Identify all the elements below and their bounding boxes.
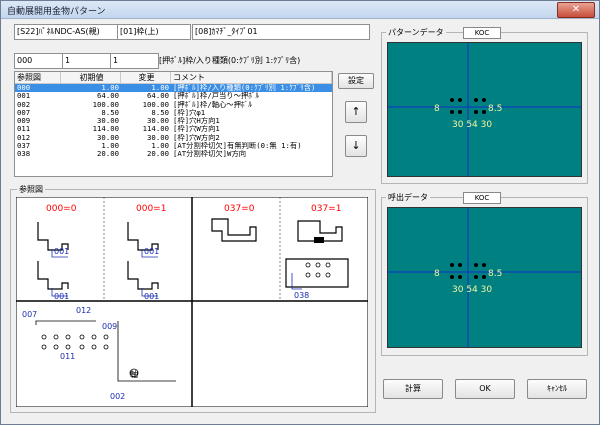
title-bar: 自動展開用金物パターン ✕	[1, 1, 599, 19]
main-window: 自動展開用金物パターン ✕ [S22]ﾊﾟﾈﾙNDC-AS(親) [01]枠(上…	[0, 0, 600, 425]
pattern-canvas: 8 8.5 30 54 30	[387, 42, 582, 177]
call-dim-left: 8	[434, 269, 440, 279]
ref-cell-label: 000=0	[46, 204, 77, 214]
ref-cell-label: 037=0	[224, 204, 255, 214]
cell-change: 8.50	[151, 108, 169, 117]
cell-initial: 1.00	[101, 84, 119, 92]
cell-comment: [枠]穴W方向1	[173, 125, 220, 134]
table-row[interactable]: 000 1.00 1.00 [押ﾎﾞﾙ]枠/入り種類(0:ｸﾌﾞﾘ別 1:ｸﾌﾞﾘ含)	[15, 84, 332, 93]
cell-change: 100.00	[142, 100, 169, 109]
table-row[interactable]: 002 100.00 100.00 [押ﾎﾞﾙ]枠/軸心～押ﾎﾞﾙ	[15, 101, 332, 109]
ok-button[interactable]: OK	[455, 379, 515, 399]
header-comment[interactable]: コメント	[171, 72, 332, 83]
ref-tag-label: 038	[294, 291, 309, 300]
ref-tag-label: 002	[110, 392, 125, 401]
ref-cell-label: 000=1	[136, 204, 166, 214]
hinge-label: 軸	[130, 369, 138, 379]
cell-comment: [AT分割枠切欠]W方向	[173, 150, 247, 159]
ref-cell-label: 037=1	[311, 204, 341, 214]
cell-comment: [押ﾎﾞﾙ]枠/入り種類(0:ｸﾌﾞﾘ別 1:ｸﾌﾞﾘ含)	[173, 84, 316, 92]
cell-change: 1.00	[151, 84, 169, 92]
pattern-dim-bottom: 30 54 30	[452, 120, 492, 130]
move-down-button[interactable]: ↓	[345, 135, 367, 157]
cell-comment: [AT分割枠切欠]有無判断(0:無 1:有)	[173, 142, 302, 151]
cell-ref: 037	[17, 142, 31, 151]
pattern-drawing: 8 8.5 30 54 30	[388, 43, 581, 176]
cell-change: 64.00	[147, 92, 169, 101]
call-dim-right: 8.5	[488, 269, 502, 279]
cell-initial: 114.00	[92, 125, 119, 134]
window-title: 自動展開用金物パターン	[7, 7, 106, 17]
table-row[interactable]: 007 8.50 8.50 [枠]穴φ1	[15, 109, 332, 117]
cell-ref: 000	[17, 84, 31, 92]
cell-change: 1.00	[151, 142, 169, 151]
ref-tag-label: 011	[60, 352, 75, 361]
cell-change: 30.00	[147, 117, 169, 126]
pattern-data-label: パターンデータ	[386, 27, 446, 38]
call-tag: KOC	[463, 192, 501, 204]
table-row[interactable]: 009 30.00 30.00 [枠]穴H方向1	[15, 117, 332, 125]
header-ref[interactable]: 参照図	[15, 72, 61, 83]
call-canvas: 8 8.5 30 54 30	[387, 207, 582, 348]
cell-initial: 30.00	[97, 133, 119, 142]
change-value-field[interactable]: 1	[110, 53, 159, 69]
cell-comment: [枠]穴H方向1	[173, 117, 220, 126]
cell-change: 114.00	[142, 125, 169, 134]
ref-tag-label: 001	[144, 292, 159, 301]
calculate-button[interactable]: 計算	[383, 379, 443, 399]
call-data-label: 呼出データ	[386, 192, 430, 203]
category-field[interactable]: [S22]ﾊﾟﾈﾙNDC-AS(親)	[14, 24, 118, 40]
reference-diagram-label: 参照図	[17, 184, 45, 195]
cell-comment: [押ﾎﾞﾙ]枠/軸心～押ﾎﾞﾙ	[173, 100, 252, 109]
ref-tag-label: 001	[54, 247, 69, 256]
cell-comment: [枠]穴W方向2	[173, 133, 220, 142]
move-up-button[interactable]: ↑	[345, 101, 367, 123]
pattern-dim-right: 8.5	[488, 104, 502, 114]
cell-ref: 009	[17, 117, 31, 126]
call-dim-bottom: 30 54 30	[452, 285, 492, 295]
cell-initial: 8.50	[101, 108, 119, 117]
header-change[interactable]: 変更	[121, 72, 171, 83]
cell-initial: 20.00	[97, 150, 119, 159]
cell-change: 30.00	[147, 133, 169, 142]
table-header: 参照図 初期値 変更 コメント	[15, 72, 332, 84]
table-row[interactable]: 011 114.00 114.00 [枠]穴W方向1	[15, 125, 332, 133]
cell-comment: [押ﾎﾞﾙ]枠/戸当り～押ﾎﾞﾙ	[173, 92, 260, 101]
pattern-tag: KOC	[463, 27, 501, 39]
table-row[interactable]: 038 20.00 20.00 [AT分割枠切欠]W方向	[15, 150, 332, 158]
cell-initial: 100.00	[92, 100, 119, 109]
cell-ref: 002	[17, 100, 31, 109]
ref-tag-label: 001	[144, 247, 159, 256]
setting-button[interactable]: 設定	[338, 73, 374, 89]
cancel-button[interactable]: ｷｬﾝｾﾙ	[527, 379, 587, 399]
call-drawing: 8 8.5 30 54 30	[388, 208, 581, 347]
cell-ref: 038	[17, 150, 31, 159]
ref-code-field[interactable]: 000	[14, 53, 63, 69]
part-field[interactable]: [01]枠(上)	[117, 24, 191, 40]
close-button[interactable]: ✕	[557, 2, 595, 18]
cell-initial: 64.00	[97, 92, 119, 101]
parameter-description: [押ﾎﾞﾙ]枠/入り種類(0:ｸﾌﾞﾘ別 1:ｸﾌﾞﾘ含)	[159, 56, 301, 65]
cell-ref: 012	[17, 133, 31, 142]
ref-tag-label: 007	[22, 310, 37, 319]
pattern-dim-left: 8	[434, 104, 440, 114]
cell-comment: [枠]穴φ1	[173, 108, 206, 117]
ref-tag-label: 012	[76, 306, 91, 315]
table-row[interactable]: 012 30.00 30.00 [枠]穴W方向2	[15, 134, 332, 142]
cell-ref: 001	[17, 92, 31, 101]
ref-tag-label: 001	[54, 292, 69, 301]
cell-initial: 30.00	[97, 117, 119, 126]
parameter-table: 参照図 初期値 変更 コメント 000 1.00 1.00 [押ﾎﾞﾙ]枠/入り種類(…	[14, 71, 333, 177]
cell-ref: 007	[17, 108, 31, 117]
initial-value-field[interactable]: 1	[62, 53, 111, 69]
type-field[interactable]: [08]ｶﾏﾁﾞ_ﾀｲﾌﾟ01	[192, 24, 370, 40]
ref-tag-label: 009	[102, 322, 117, 331]
reference-diagram: 000=0 000=1 037=0 037=1 001 001 001 001 …	[16, 197, 368, 407]
table-row[interactable]: 037 1.00 1.00 [AT分割枠切欠]有無判断(0:無 1:有)	[15, 142, 332, 150]
table-row[interactable]: 001 64.00 64.00 [押ﾎﾞﾙ]枠/戸当り～押ﾎﾞﾙ	[15, 92, 332, 100]
cell-ref: 011	[17, 125, 31, 134]
cell-initial: 1.00	[101, 142, 119, 151]
cell-change: 20.00	[147, 150, 169, 159]
header-initial[interactable]: 初期値	[61, 72, 121, 83]
